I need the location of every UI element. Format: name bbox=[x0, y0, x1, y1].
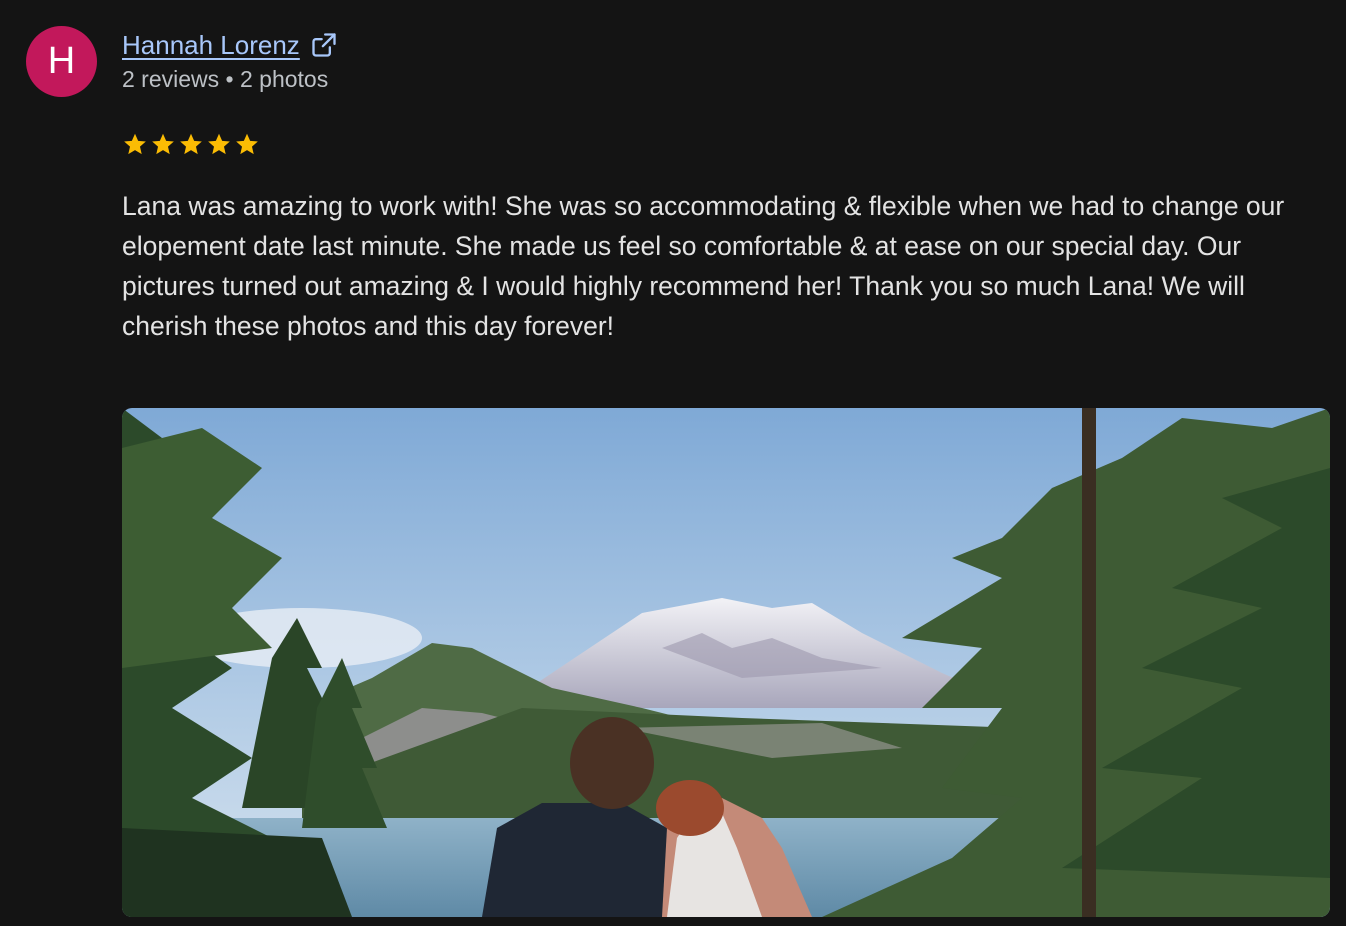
reviewer-stats: 2 reviews • 2 photos bbox=[122, 66, 329, 92]
review-photo[interactable] bbox=[122, 408, 1330, 917]
reviewer-name-link[interactable]: Hannah Lorenz bbox=[122, 30, 300, 61]
review-header: Hannah Lorenz 2 reviews • 2 photos bbox=[122, 28, 338, 93]
avatar[interactable]: H bbox=[26, 26, 97, 97]
review-text: Lana was amazing to work with! She was s… bbox=[122, 191, 1285, 341]
star-rating bbox=[122, 131, 260, 157]
star-icon bbox=[152, 133, 174, 155]
open-in-new-icon[interactable] bbox=[310, 31, 338, 59]
mountain-lake-photo bbox=[122, 408, 1330, 917]
star-icon bbox=[180, 133, 202, 155]
star-icon bbox=[208, 133, 230, 155]
review-card: H Hannah Lorenz 2 reviews • 2 photos Lan… bbox=[0, 0, 1346, 926]
star-icon bbox=[124, 133, 146, 155]
star-icon bbox=[236, 133, 258, 155]
reviewer-name-row: Hannah Lorenz bbox=[122, 28, 338, 62]
